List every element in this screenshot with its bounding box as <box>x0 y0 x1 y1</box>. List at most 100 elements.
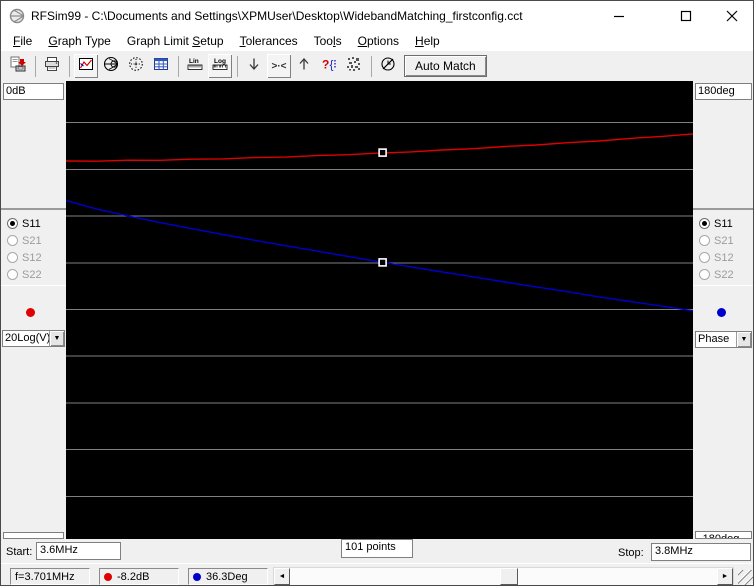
left-radio-s22[interactable]: S22 <box>7 268 42 281</box>
graph-area[interactable] <box>66 81 693 539</box>
svg-text:{: { <box>330 57 334 71</box>
marker-scrollbar[interactable]: ◄ ► <box>273 567 734 585</box>
left-axis-panel: 0dB S11 S21 S12 S22 20Log(V) ▼ <box>1 81 66 539</box>
svg-text:?: ? <box>322 57 329 71</box>
minimize-button[interactable] <box>599 1 639 31</box>
radio-icon <box>7 269 18 280</box>
left-top-limit-input[interactable]: 0dB <box>3 83 64 100</box>
down-arrow-icon <box>246 56 262 77</box>
menu-graph-type[interactable]: Graph Type <box>40 31 119 51</box>
chevron-down-icon: ▼ <box>736 332 751 347</box>
right-radio-s21[interactable]: S21 <box>699 234 734 247</box>
radio-icon <box>699 252 710 263</box>
graph-plot[interactable] <box>66 81 693 539</box>
window-title: RFSim99 - C:\Documents and Settings\XPMU… <box>31 9 523 23</box>
close-button[interactable] <box>712 1 752 31</box>
scrollbar-right-button[interactable]: ► <box>717 568 733 585</box>
linear-scale-icon: Lin <box>186 56 204 77</box>
print-button[interactable] <box>40 54 64 78</box>
right-radio-s12[interactable]: S12 <box>699 251 734 264</box>
circle-slash-icon <box>380 56 396 77</box>
query-brace-icon: ? { <box>321 56 337 77</box>
right-radio-s22[interactable]: S22 <box>699 268 734 281</box>
svg-text:Log: Log <box>214 58 226 65</box>
left-radio-s21[interactable]: S21 <box>7 234 42 247</box>
red-marker-dot-icon <box>104 572 112 581</box>
blue-marker-dot-icon <box>193 572 201 581</box>
log-scale-icon: Log <box>211 56 229 77</box>
up-arrow-icon <box>296 56 312 77</box>
app-smith-chart-icon <box>9 8 25 29</box>
right-arrow-icon: ► <box>721 573 729 580</box>
trace-marker[interactable] <box>378 258 387 267</box>
menu-options[interactable]: Options <box>350 31 407 51</box>
left-format-dropdown[interactable]: 20Log(V) ▼ <box>2 330 65 347</box>
menu-graph-limit-setup[interactable]: Graph Limit Setup <box>119 31 232 51</box>
polar-chart-button[interactable] <box>124 54 148 78</box>
auto-match-button[interactable]: Auto Match <box>404 55 487 77</box>
print-icon <box>44 56 60 77</box>
chevron-down-icon: ▼ <box>49 331 64 346</box>
delay-button[interactable] <box>376 54 400 78</box>
radio-icon <box>699 218 710 229</box>
radio-icon <box>699 269 710 280</box>
stop-label: Stop: <box>618 547 644 559</box>
rect-graph-icon <box>78 56 94 77</box>
app-window: RFSim99 - C:\Documents and Settings\XPMU… <box>0 0 754 586</box>
save-icon <box>10 56 27 77</box>
smith-chart-button[interactable] <box>99 54 123 78</box>
close-icon <box>726 10 738 22</box>
stop-frequency-input[interactable]: 3.8MHz <box>651 543 751 561</box>
minimize-icon <box>613 10 625 22</box>
right-axis-panel: 180deg S11 S21 S12 S22 Phase ▼ -180deg <box>693 81 753 539</box>
save-button[interactable] <box>6 54 30 78</box>
menu-bar: File Graph Type Graph Limit Setup Tolera… <box>1 31 753 51</box>
points-input[interactable]: 101 points <box>341 539 413 558</box>
title-bar: RFSim99 - C:\Documents and Settings\XPMU… <box>1 1 753 31</box>
right-radio-s11[interactable]: S11 <box>699 217 733 230</box>
left-bottom-limit-input[interactable] <box>3 532 64 539</box>
left-arrow-icon: ◄ <box>278 573 286 580</box>
linear-scale-button[interactable]: Lin <box>183 54 207 78</box>
toolbar: Lin Log >·< ? {Auto Match <box>1 51 753 81</box>
toolbar-separator <box>178 55 179 77</box>
menu-file[interactable]: File <box>5 31 40 51</box>
left-channel-group: S11 S21 S12 S22 <box>1 208 66 286</box>
marker-magnitude-readout: -8.2dB <box>99 568 179 585</box>
right-trace-color-dot <box>717 308 726 317</box>
scale-up-button[interactable] <box>292 54 316 78</box>
left-radio-s11[interactable]: S11 <box>7 217 41 230</box>
right-top-limit-input[interactable]: 180deg <box>695 83 752 100</box>
dither-stamp-icon <box>346 56 362 77</box>
trace-marker[interactable] <box>378 148 387 157</box>
left-trace-color-dot <box>26 308 35 317</box>
rect-graph-button[interactable] <box>74 54 98 78</box>
smith-chart-icon <box>103 56 119 77</box>
toolbar-separator <box>237 55 238 77</box>
scrollbar-thumb[interactable] <box>500 568 518 585</box>
tolerance-analysis-button[interactable] <box>342 54 366 78</box>
menu-tolerances[interactable]: Tolerances <box>232 31 306 51</box>
table-icon <box>153 56 169 77</box>
right-channel-group: S11 S21 S12 S22 <box>693 208 753 286</box>
polar-chart-icon <box>128 56 144 77</box>
menu-help[interactable]: Help <box>407 31 448 51</box>
right-bottom-limit-input[interactable]: -180deg <box>695 531 752 539</box>
resize-grip[interactable] <box>738 570 753 585</box>
maximize-button[interactable] <box>666 1 706 31</box>
start-label: Start: <box>6 546 33 558</box>
toolbar-separator <box>371 55 372 77</box>
left-radio-s12[interactable]: S12 <box>7 251 42 264</box>
autoscale-button[interactable]: >·< <box>267 54 291 78</box>
status-bar: f=3.701MHz -8.2dB 36.3Deg ◄ ► <box>1 563 753 585</box>
query-component-button[interactable]: ? { <box>317 54 341 78</box>
log-scale-button[interactable]: Log <box>208 54 232 78</box>
menu-tools[interactable]: Tools <box>306 31 350 51</box>
right-format-dropdown[interactable]: Phase ▼ <box>695 331 752 348</box>
maximize-icon <box>680 10 692 22</box>
scale-down-button[interactable] <box>242 54 266 78</box>
table-button[interactable] <box>149 54 173 78</box>
scrollbar-left-button[interactable]: ◄ <box>274 568 290 585</box>
trace-0 <box>66 133 693 162</box>
start-frequency-input[interactable]: 3.6MHz <box>36 542 121 560</box>
